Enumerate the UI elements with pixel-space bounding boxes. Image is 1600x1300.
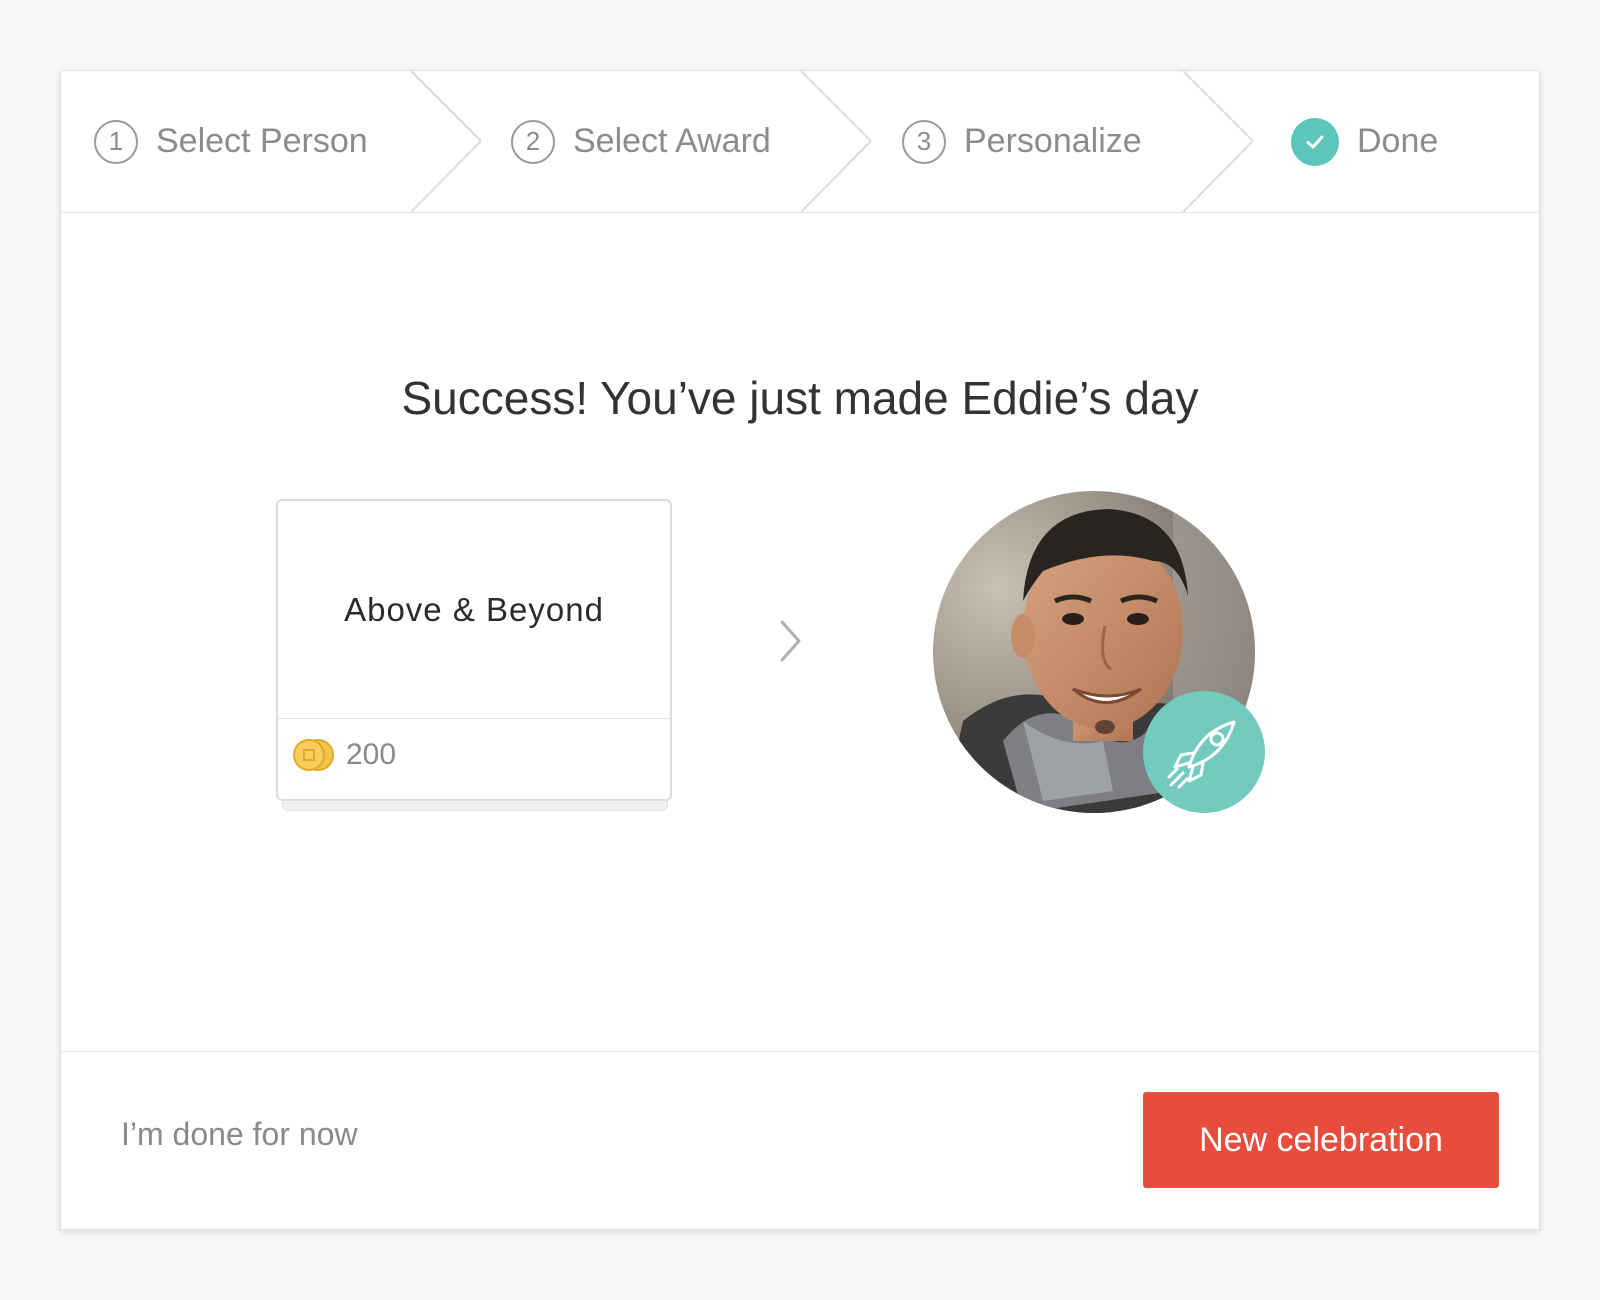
- step-personalize[interactable]: 3 Personalize: [902, 71, 1142, 212]
- step-number: 1: [94, 119, 138, 164]
- step-select-person[interactable]: 1 Select Person: [94, 71, 368, 212]
- step-label: Select Person: [156, 122, 368, 160]
- coin-icon: [293, 739, 334, 771]
- award-card-face: Above & Beyond 200: [276, 499, 672, 801]
- step-label: Done: [1357, 122, 1439, 160]
- step-separator: [801, 71, 871, 212]
- step-label: Personalize: [964, 122, 1142, 160]
- step-label: Select Award: [573, 122, 771, 160]
- step-number: 2: [511, 119, 555, 164]
- award-name: Above & Beyond: [278, 501, 670, 719]
- step-progress: 1 Select Person 2 Select Award 3 Persona…: [61, 71, 1539, 213]
- check-icon: [1291, 117, 1339, 166]
- step-select-award[interactable]: 2 Select Award: [511, 71, 771, 212]
- step-separator: [1183, 71, 1253, 212]
- im-done-link[interactable]: I’m done for now: [121, 1116, 358, 1153]
- new-celebration-button[interactable]: New celebration: [1143, 1092, 1499, 1188]
- success-headline: Success! You’ve just made Eddie’s day: [401, 372, 1199, 424]
- rocket-icon: [1143, 691, 1265, 813]
- award-card: Above & Beyond 200: [276, 499, 672, 811]
- step-separator: [411, 71, 481, 212]
- celebration-dialog: 1 Select Person 2 Select Award 3 Persona…: [60, 70, 1540, 1230]
- award-points-value: 200: [346, 738, 397, 771]
- dialog-footer: I’m done for now New celebration: [61, 1051, 1539, 1231]
- chevron-right-icon: [780, 620, 801, 662]
- award-points: 200: [292, 733, 396, 777]
- step-number: 3: [902, 119, 946, 164]
- step-done: Done: [1291, 71, 1438, 212]
